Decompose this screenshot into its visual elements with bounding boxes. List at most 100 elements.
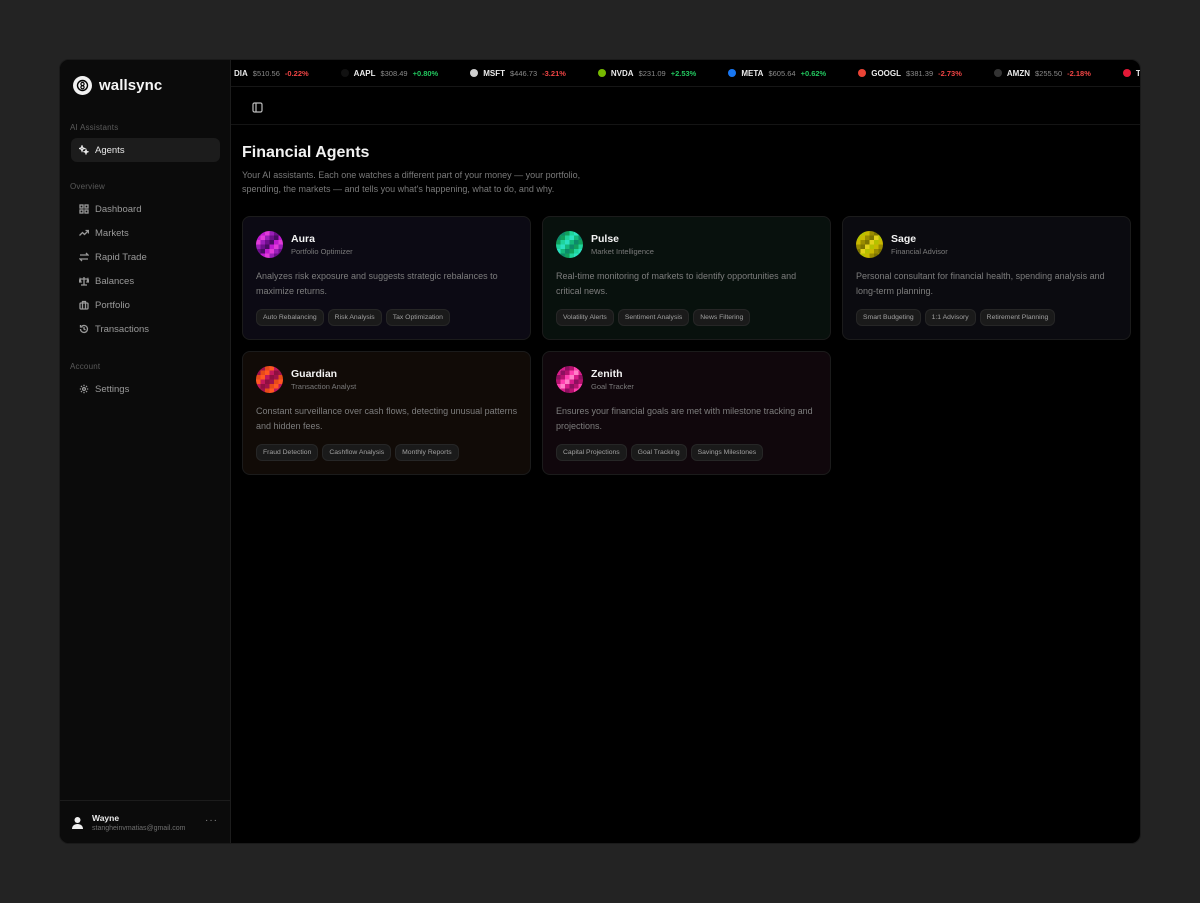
- ticker-item[interactable]: MSFT $446.73 -3.21%: [470, 69, 566, 78]
- stock-ticker: DIA $510.56 -0.22% AAPL $308.49 +0.80% MSFT $44…: [231, 60, 1141, 87]
- ticker-item[interactable]: NVDA $231.09 +2.53%: [597, 68, 697, 78]
- agent-card-pulse[interactable]: Pulse Market Intelligence Real-time monito…: [542, 216, 831, 340]
- sidebar-item-balances[interactable]: Balances: [71, 269, 220, 293]
- agent-card-header: Zenith Goal Tracker: [556, 366, 817, 393]
- agent-tag: Goal Tracking: [630, 444, 687, 461]
- section-label-overview: Overview: [70, 182, 105, 191]
- user-email: stangheinvmatias@gmail.com: [92, 824, 186, 832]
- agent-description: Ensures your financial goals are met wit…: [556, 406, 813, 431]
- agent-description: Personal consultant for financial health…: [856, 271, 1105, 296]
- agent-description: Analyzes risk exposure and suggests stra…: [256, 271, 498, 296]
- ticker-change: -2.73%: [938, 68, 962, 78]
- agent-role: Market Intelligence: [591, 247, 654, 256]
- briefcase-icon: [79, 300, 89, 310]
- sidebar-item-portfolio[interactable]: Portfolio: [71, 293, 220, 317]
- ticker-symbol: META: [741, 68, 764, 78]
- agent-description: Constant surveillance over cash flows, d…: [256, 406, 518, 431]
- sidebar: wallsync AI Assistants Agents Overview D…: [60, 60, 231, 843]
- agent-role: Goal Tracker: [591, 382, 634, 391]
- agent-card-header: Pulse Market Intelligence: [556, 231, 817, 258]
- agents-page: Financial Agents Your AI assistants. Eac…: [231, 125, 1140, 475]
- agents-grid: Aura Portfolio Optimizer Analyzes risk exp…: [242, 216, 1140, 475]
- history-icon: [79, 324, 89, 334]
- scale-icon: [79, 276, 89, 286]
- ticker-item[interactable]: AAPL $308.49 +0.80%: [340, 68, 439, 78]
- sidebar-item-agents[interactable]: Agents: [71, 138, 220, 162]
- ticker-item[interactable]: TSLA$414.64+: [1122, 68, 1141, 78]
- sidebar-toggle-icon[interactable]: [252, 100, 263, 113]
- app-name: wallsync: [99, 77, 163, 94]
- ticker-change: -2.18%: [1067, 68, 1091, 78]
- agent-tag: Risk Analysis: [327, 309, 382, 326]
- ticker-item[interactable]: DIA $510.56 -0.22%: [234, 69, 309, 78]
- ticker-price: $446.73: [510, 68, 538, 78]
- brand[interactable]: wallsync: [73, 76, 162, 95]
- main-content: DIA $510.56 -0.22% AAPL $308.49 +0.80% MSFT $44…: [231, 60, 1141, 843]
- ticker-change: -3.21%: [542, 68, 566, 78]
- wallsync-logo-icon: [73, 76, 92, 95]
- ticker-change: +0.80%: [412, 68, 439, 78]
- agent-tag: Tax Optimization: [385, 309, 450, 326]
- agent-role: Financial Advisor: [891, 247, 948, 256]
- sidebar-item-label: Rapid Trade: [95, 251, 147, 263]
- agent-tag: Retirement Planning: [979, 309, 1056, 326]
- ticker-symbol: TSLA: [1135, 68, 1141, 78]
- company-logo-icon: [340, 69, 349, 77]
- ticker-item[interactable]: GOOGL $381.39 -2.73%: [858, 69, 962, 78]
- ticker-item[interactable]: META $605.64 +0.62%: [728, 69, 826, 78]
- ticker-symbol: DIA: [234, 68, 248, 78]
- ticker-change: +2.53%: [670, 68, 697, 78]
- toolbar: [231, 87, 1140, 125]
- sidebar-item-rapid-trade[interactable]: Rapid Trade: [71, 245, 220, 269]
- agent-card-aura[interactable]: Aura Portfolio Optimizer Analyzes risk exp…: [242, 216, 531, 340]
- agent-avatar: [256, 231, 283, 258]
- agent-card-header: Aura Portfolio Optimizer: [256, 231, 517, 258]
- section-label-ai-assistants: AI Assistants: [70, 123, 119, 132]
- agent-tag: Capital Projections: [556, 444, 627, 461]
- ticker-change: +0.62%: [800, 68, 827, 78]
- agent-tag: Smart Budgeting: [856, 309, 921, 326]
- ticker-symbol: AAPL: [353, 68, 376, 78]
- agent-tags: Capital Projections Goal Tracking Savings …: [556, 444, 817, 461]
- agent-card-zenith[interactable]: Zenith Goal Tracker Ensures your financial…: [542, 351, 831, 475]
- agent-tag: News Filtering: [693, 309, 751, 326]
- ticker-item[interactable]: AMZN $255.50 -2.18%: [993, 68, 1091, 78]
- ticker-price: $231.09: [638, 68, 666, 78]
- more-options-icon[interactable]: ···: [205, 815, 218, 826]
- agent-tags: Volatility Alerts Sentiment Analysis News …: [556, 309, 817, 326]
- company-logo-icon: [858, 69, 867, 77]
- agent-role: Portfolio Optimizer: [291, 247, 353, 256]
- agent-card-header: Sage Financial Advisor: [856, 231, 1117, 258]
- gear-icon: [79, 384, 89, 394]
- agent-card-sage[interactable]: Sage Financial Advisor Personal consultant…: [842, 216, 1131, 340]
- ticker-symbol: AMZN: [1006, 68, 1030, 78]
- trending-up-icon: [79, 228, 89, 238]
- app-window: wallsync AI Assistants Agents Overview D…: [59, 59, 1141, 844]
- sparkles-icon: [79, 145, 89, 155]
- ticker-price: $510.56: [252, 68, 280, 78]
- agent-tag: 1:1 Advisory: [924, 309, 976, 326]
- sidebar-item-label: Markets: [95, 227, 129, 239]
- sidebar-item-markets[interactable]: Markets: [71, 221, 220, 245]
- sidebar-item-label: Settings: [95, 383, 130, 395]
- agent-card-guardian[interactable]: Guardian Transaction Analyst Constant surv…: [242, 351, 531, 475]
- sidebar-item-transactions[interactable]: Transactions: [71, 317, 220, 341]
- sidebar-item-label: Portfolio: [95, 299, 130, 311]
- user-profile[interactable]: Wayne stangheinvmatias@gmail.com ···: [60, 800, 230, 843]
- agent-tag: Monthly Reports: [395, 444, 459, 461]
- company-logo-icon: [470, 69, 479, 77]
- sidebar-item-label: Dashboard: [95, 203, 142, 215]
- agent-tag: Savings Milestones: [690, 444, 764, 461]
- agent-avatar: [856, 231, 883, 258]
- agent-card-header: Guardian Transaction Analyst: [256, 366, 517, 393]
- ticker-symbol: GOOGL: [871, 68, 901, 78]
- agent-tag: Cashflow Analysis: [322, 444, 392, 461]
- sidebar-item-label: Agents: [95, 144, 125, 156]
- ticker-change: -0.22%: [284, 68, 309, 78]
- sidebar-item-dashboard[interactable]: Dashboard: [71, 197, 220, 221]
- company-logo-icon: [993, 69, 1002, 77]
- agent-tags: Smart Budgeting 1:1 Advisory Retirement Pl…: [856, 309, 1117, 326]
- sidebar-item-label: Balances: [95, 275, 135, 287]
- sidebar-item-settings[interactable]: Settings: [71, 377, 220, 401]
- agent-avatar: [256, 366, 283, 393]
